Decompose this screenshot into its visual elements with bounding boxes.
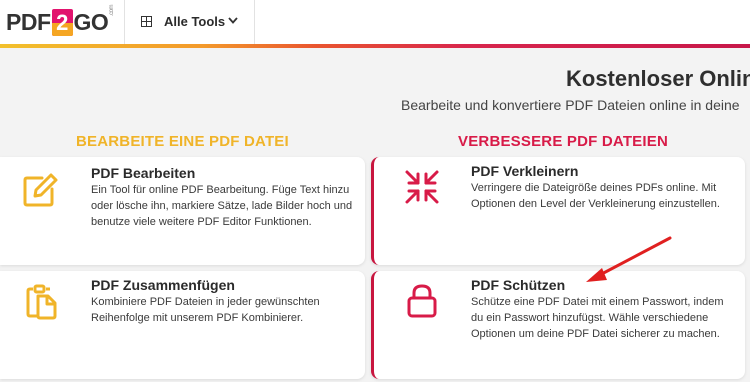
pdf2go-logo[interactable]: PDF 2 GO .com — [6, 5, 115, 36]
compress-icon — [405, 170, 439, 204]
top-navigation-bar: PDF 2 GO .com Alle Tools — [0, 0, 750, 44]
logo-prefix: PDF — [6, 8, 51, 35]
header-divider — [254, 0, 255, 44]
logo-digit: 2 — [56, 9, 68, 35]
section-heading-improve: VERBESSERE PDF DATEIEN — [458, 133, 668, 150]
tool-card-description: Kombiniere PDF Dateien in jeder gewünsch… — [91, 296, 320, 324]
tool-card-title: PDF Schützen — [471, 277, 566, 293]
edit-icon — [23, 173, 58, 207]
logo-domain: .com — [109, 4, 115, 16]
tool-card-title: PDF Zusammenfügen — [91, 277, 235, 293]
tool-card-description: Ein Tool für online PDF Bearbeitung. Füg… — [91, 184, 353, 228]
tool-card-title: PDF Bearbeiten — [91, 165, 196, 181]
tool-card-pdf-protect[interactable]: PDF Schützen Schütze eine PDF Datei mit … — [371, 271, 745, 379]
page-subtitle: Bearbeite und konvertiere PDF Dateien on… — [401, 97, 740, 113]
merge-icon — [26, 284, 57, 320]
lock-icon — [407, 284, 437, 318]
grid-icon — [141, 16, 152, 27]
tool-card-description: Verringere die Dateigröße deines PDFs on… — [471, 182, 720, 210]
logo-suffix: GO — [73, 8, 109, 35]
tool-card-pdf-merge[interactable]: PDF Zusammenfügen Kombiniere PDF Dateien… — [0, 271, 365, 379]
all-tools-label: Alle Tools — [164, 14, 226, 29]
tool-card-pdf-compress[interactable]: PDF Verkleinern Verringere die Dateigröß… — [371, 157, 745, 265]
tool-card-description: Schütze eine PDF Datei mit einem Passwor… — [471, 296, 724, 340]
tool-card-title: PDF Verkleinern — [471, 163, 579, 179]
all-tools-button[interactable]: Alle Tools — [125, 0, 254, 44]
section-heading-edit: BEARBEITE EINE PDF DATEI — [76, 133, 289, 150]
logo-digit-badge: 2 — [51, 8, 73, 36]
page-title: Kostenloser Onlin — [566, 66, 750, 91]
chevron-down-icon — [228, 17, 238, 24]
brand-gradient-bar — [0, 44, 750, 48]
tool-card-pdf-edit[interactable]: PDF Bearbeiten Ein Tool für online PDF B… — [0, 157, 365, 265]
